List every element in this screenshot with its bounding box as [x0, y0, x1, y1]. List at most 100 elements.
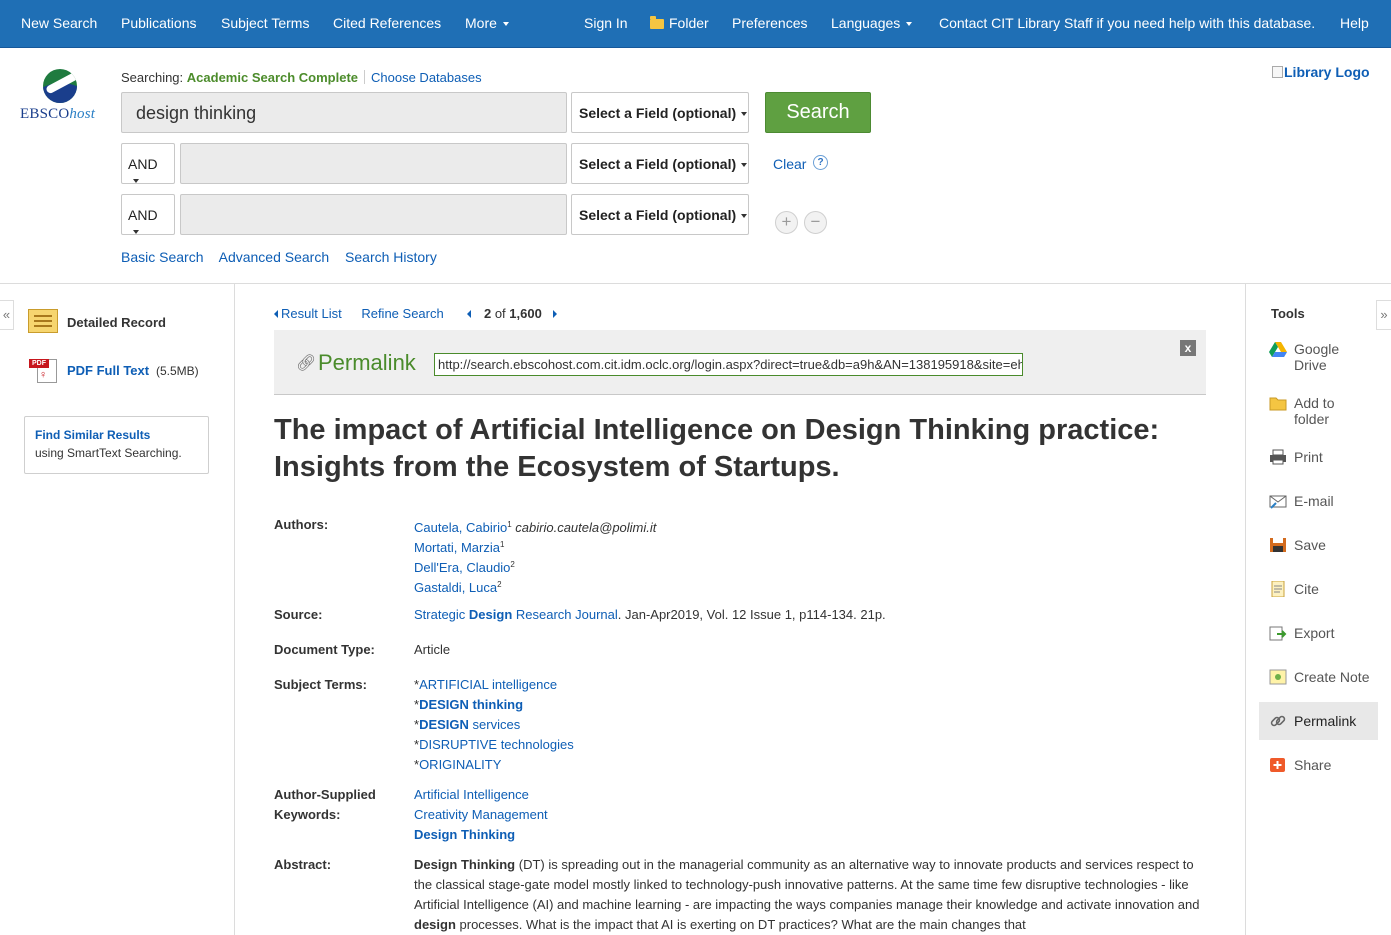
remove-row-icon[interactable]: − — [804, 211, 827, 234]
find-similar-box[interactable]: Find Similar Results using SmartText Sea… — [24, 416, 209, 474]
nav-sign-in[interactable]: Sign In — [584, 15, 628, 31]
tool-label: Share — [1294, 757, 1332, 773]
nav-more-menu[interactable]: More — [465, 15, 509, 31]
boolean-select-2[interactable]: AND — [121, 143, 175, 184]
nav-folder-label: Folder — [669, 15, 709, 31]
basic-search-link[interactable]: Basic Search — [121, 249, 203, 265]
field-select-2[interactable]: Select a Field (optional) — [571, 143, 749, 184]
source-details: . Jan-Apr2019, Vol. 12 Issue 1, p114-134… — [617, 607, 886, 622]
field-select-1[interactable]: Select a Field (optional) — [571, 92, 749, 133]
tool-print[interactable]: Print — [1259, 438, 1378, 476]
journal-link[interactable]: Strategic Design Research Journal — [414, 607, 618, 622]
nav-new-search[interactable]: New Search — [21, 15, 97, 31]
nav-languages-label: Languages — [831, 15, 901, 31]
nav-more-label: More — [465, 15, 497, 31]
tools-sidebar — [1245, 284, 1391, 935]
nav-contact-staff[interactable]: Contact CIT Library Staff if you need he… — [939, 15, 1315, 31]
clear-link[interactable]: Clear — [773, 156, 806, 172]
boolean-label: AND — [128, 156, 158, 172]
search-history-link[interactable]: Search History — [345, 249, 437, 265]
library-logo[interactable]: Library Logo — [1272, 64, 1370, 80]
tool-export[interactable]: Export — [1259, 614, 1378, 652]
keyword-text[interactable]: Design Thinking — [414, 827, 515, 842]
pdf-file-size: (5.5MB) — [156, 364, 199, 378]
keyword-link[interactable]: Creativity Management — [414, 805, 548, 825]
nav-cited-references[interactable]: Cited References — [333, 15, 441, 31]
cite-icon — [1271, 581, 1285, 597]
keyword-link[interactable]: Artificial Intelligence — [414, 785, 529, 805]
tool-add-to-folder[interactable]: Add to folder — [1259, 384, 1378, 427]
pdf-icon[interactable]: PDF ♀ — [29, 357, 59, 385]
nav-help[interactable]: Help — [1340, 15, 1369, 31]
author-link[interactable]: Gastaldi, Luca — [414, 580, 497, 595]
subject-term-link[interactable]: DISRUPTIVE technologies — [419, 737, 574, 752]
nav-languages-menu[interactable]: Languages — [831, 15, 913, 31]
author-link[interactable]: Dell'Era, Claudio — [414, 560, 510, 575]
author-affiliation: 2 — [497, 580, 502, 589]
tool-label: Cite — [1294, 581, 1319, 597]
record-icon — [28, 309, 58, 333]
help-icon[interactable]: ? — [813, 155, 828, 170]
next-record-icon[interactable] — [553, 310, 558, 318]
abstract-highlight: Design Thinking — [414, 857, 516, 872]
result-list-link[interactable]: Result List — [274, 306, 342, 321]
record-of-label: of — [494, 306, 506, 321]
advanced-search-link[interactable]: Advanced Search — [219, 249, 330, 265]
searching-line: Searching: Academic Search Complete Choos… — [121, 70, 482, 85]
keywords-label: Author-Supplied Keywords: — [274, 785, 376, 825]
subject-term: *DESIGN thinking — [414, 697, 524, 712]
boolean-select-3[interactable]: AND — [121, 194, 175, 235]
tool-permalink[interactable]: Permalink — [1259, 702, 1378, 740]
search-input-1[interactable]: design thinking — [121, 92, 567, 133]
chevron-down-icon — [741, 112, 748, 117]
author-link[interactable]: Mortati, Marzia — [414, 540, 500, 555]
tool-create-note[interactable]: Create Note — [1259, 658, 1378, 696]
tool-google-drive[interactable]: Google Drive — [1259, 330, 1378, 373]
collapse-right-button[interactable]: » — [1376, 300, 1391, 330]
google-drive-icon — [1269, 342, 1287, 357]
subject-term-word: thinking — [468, 697, 524, 712]
tool-share[interactable]: Share — [1259, 746, 1378, 784]
tool-cite[interactable]: Cite — [1259, 570, 1378, 608]
author-link[interactable]: Cautela, Cabirio — [414, 520, 507, 535]
subject-term-link[interactable]: DESIGN thinking — [419, 697, 523, 712]
search-input-2[interactable] — [180, 143, 567, 184]
keyword-text[interactable]: Creativity Management — [414, 807, 548, 822]
choose-databases-link[interactable]: Choose Databases — [371, 70, 482, 85]
permalink-url-field[interactable]: http://search.ebscohost.com.cit.idm.oclc… — [434, 353, 1023, 376]
export-icon — [1269, 626, 1287, 641]
abstract-body: processes. What is the impact that AI is… — [455, 917, 1026, 932]
nav-preferences[interactable]: Preferences — [732, 15, 807, 31]
field-select-3[interactable]: Select a Field (optional) — [571, 194, 749, 235]
refine-search-link[interactable]: Refine Search — [361, 306, 443, 321]
abstract-highlight: design — [414, 917, 456, 932]
abstract-label: Abstract: — [274, 857, 332, 872]
nav-subject-terms[interactable]: Subject Terms — [221, 15, 309, 31]
chevron-down-icon — [502, 22, 509, 27]
keyword-text[interactable]: Artificial Intelligence — [414, 787, 529, 802]
keyword-link[interactable]: Design Thinking — [414, 825, 515, 845]
search-button[interactable]: Search — [765, 92, 871, 133]
tool-save[interactable]: Save — [1259, 526, 1378, 564]
pdf-full-text-link[interactable]: PDF Full Text — [67, 363, 149, 378]
tool-email[interactable]: E-mail — [1259, 482, 1378, 520]
library-logo-alt: Library Logo — [1284, 64, 1370, 80]
ebsco-logo-text[interactable]: EBSCOhost — [20, 106, 95, 123]
ebsco-logo-icon[interactable] — [43, 69, 77, 103]
nav-publications[interactable]: Publications — [121, 15, 197, 31]
close-icon[interactable]: x — [1180, 340, 1196, 356]
find-similar-link[interactable]: Find Similar Results — [35, 428, 198, 442]
subject-term-link[interactable]: ORIGINALITY — [419, 757, 501, 772]
author-email: cabirio.cautela@polimi.it — [515, 520, 657, 535]
subject-term-link[interactable]: ARTIFICIAL intelligence — [419, 677, 557, 692]
subject-term: *ORIGINALITY — [414, 757, 502, 772]
subject-term-link[interactable]: DESIGN services — [419, 717, 520, 732]
search-input-3[interactable] — [180, 194, 567, 235]
nav-folder[interactable]: Folder — [650, 15, 709, 31]
previous-record-icon[interactable] — [467, 310, 472, 318]
subject-term-word: DESIGN — [419, 717, 469, 732]
email-icon — [1269, 495, 1287, 509]
save-icon — [1270, 538, 1286, 552]
add-row-icon[interactable]: + — [775, 211, 798, 234]
collapse-left-button[interactable]: « — [0, 300, 14, 330]
